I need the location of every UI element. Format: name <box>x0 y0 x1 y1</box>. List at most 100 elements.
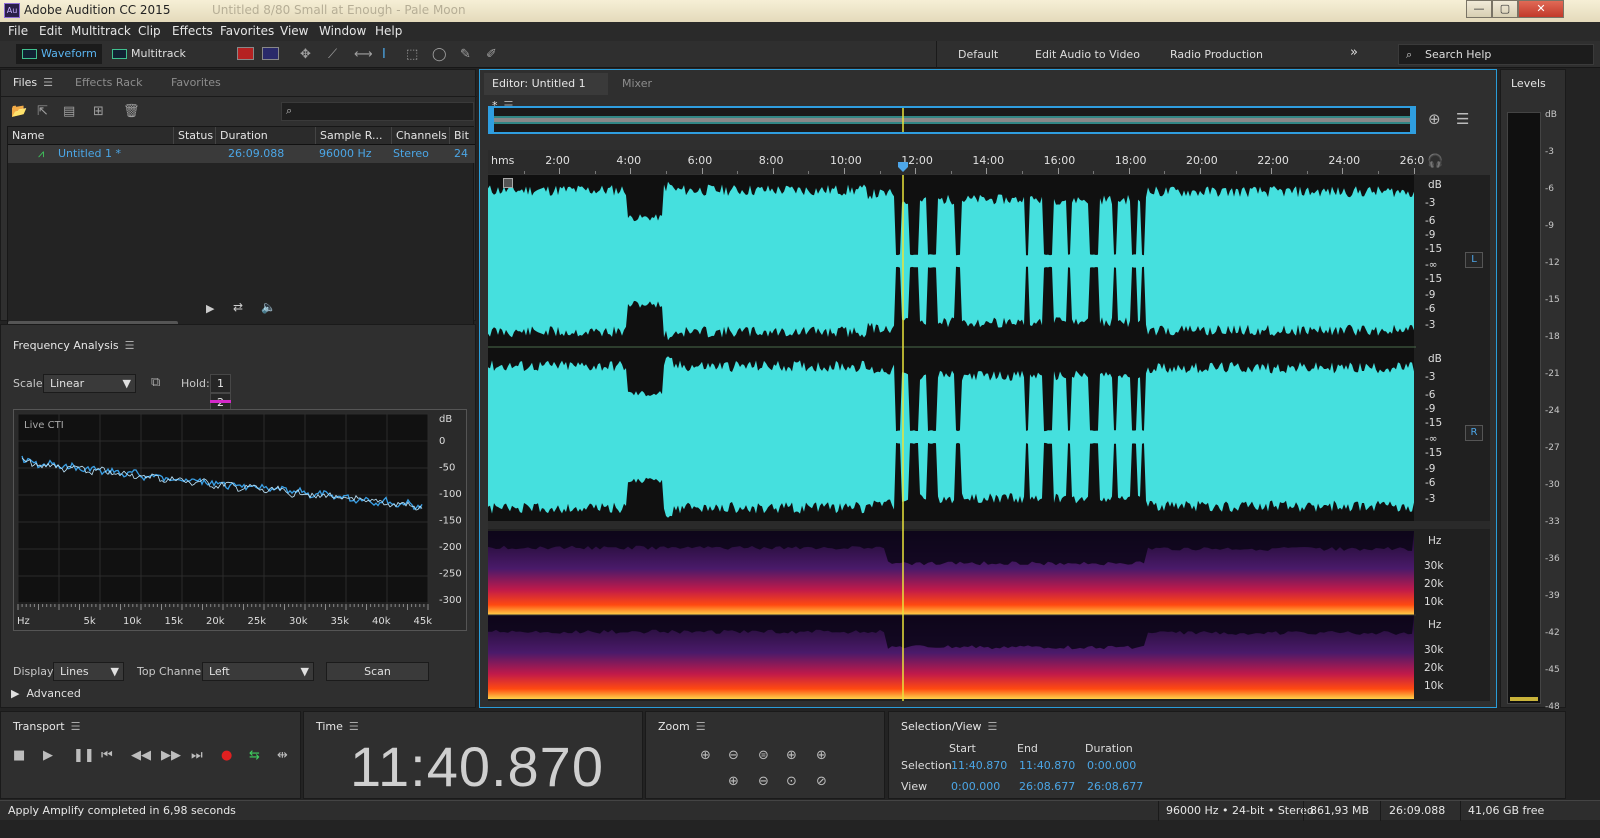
workspace-radio-production[interactable]: Radio Production <box>1170 48 1263 61</box>
view-end[interactable]: 26:08.677 <box>1019 780 1075 793</box>
autoplay-icon[interactable]: 🔈 <box>261 300 276 314</box>
maximize-button[interactable]: ▢ <box>1492 0 1518 18</box>
skip-selection-icon[interactable]: ⇹ <box>277 748 288 763</box>
tab-editor[interactable]: Editor: Untitled 1 *☰ <box>484 73 608 112</box>
panel-menu-icon[interactable]: ☰ <box>988 720 998 733</box>
playhead-handle[interactable] <box>898 162 908 172</box>
zoom-out-time-icon[interactable]: ⊖ <box>758 774 769 789</box>
play-preview-icon[interactable]: ▶ <box>206 302 214 315</box>
top-channel-select[interactable]: Left ▼ <box>202 662 314 681</box>
table-row[interactable]: ⩘ Untitled 1 * 26:09.088 96000 Hz Stereo… <box>8 145 475 163</box>
tab-mixer[interactable]: Mixer <box>610 71 680 97</box>
menu-favorites[interactable]: Favorites <box>220 24 274 38</box>
spot-healing-tool-icon[interactable]: ✐ <box>486 47 497 62</box>
import-file-icon[interactable]: ⇱ <box>37 104 48 119</box>
tab-favorites[interactable]: Favorites <box>159 70 239 96</box>
channel-left-toggle[interactable]: L <box>1465 252 1483 268</box>
overview-handle-left[interactable] <box>490 108 494 132</box>
col-status[interactable]: Status <box>174 127 216 144</box>
zoom-out-amplitude-icon[interactable]: ⊖ <box>728 748 739 763</box>
overview-navigator[interactable] <box>488 106 1416 134</box>
zoom-to-selection-icon[interactable]: ⊕ <box>1428 110 1441 128</box>
menu-file[interactable]: File <box>8 24 28 38</box>
zoom-in-at-out-point-icon[interactable]: ⊕ <box>816 748 827 763</box>
col-bit-depth[interactable]: Bit D <box>450 127 475 159</box>
search-help-input[interactable]: ⌕ Search Help <box>1398 44 1594 65</box>
menu-clip[interactable]: Clip <box>138 24 161 38</box>
overview-handle-right[interactable] <box>1410 108 1414 132</box>
spectral-pitch-display-icon[interactable] <box>262 47 279 60</box>
lasso-tool-icon[interactable]: ◯ <box>432 47 447 62</box>
menu-view[interactable]: View <box>280 24 308 38</box>
col-sample-rate[interactable]: Sample R... ▲ <box>316 127 392 159</box>
menu-edit[interactable]: Edit <box>39 24 62 38</box>
selection-duration[interactable]: 0:00.000 <box>1087 759 1136 772</box>
tab-files[interactable]: Files ☰ <box>1 70 63 96</box>
scale-select[interactable]: Linear ▼ <box>43 374 136 393</box>
marquee-tool-icon[interactable]: ⬚ <box>406 47 418 62</box>
menu-effects[interactable]: Effects <box>172 24 213 38</box>
stop-icon[interactable]: ■ <box>13 748 25 763</box>
loop-preview-icon[interactable]: ⇄ <box>233 300 243 314</box>
delete-file-icon[interactable]: 🗑 <box>123 104 140 119</box>
editor-display[interactable]: dB -3 -6 -9 -15 -∞ -15 -9 -6 -3 dB -3 -6 -9 -15 -∞ -15 -… <box>488 175 1490 701</box>
channel-right-toggle[interactable]: R <box>1465 425 1483 441</box>
advanced-toggle[interactable]: ▶ Advanced <box>11 687 81 700</box>
new-file-icon[interactable]: ▤ <box>63 104 75 119</box>
current-time-display[interactable]: 11:40.870 <box>350 734 604 799</box>
skip-to-start-icon[interactable]: ⏮ <box>101 748 113 763</box>
hold-button-1[interactable]: 1 <box>210 374 231 403</box>
zoom-to-selection-icon[interactable]: ⊙ <box>786 774 797 789</box>
play-icon[interactable]: ▶ <box>43 748 53 763</box>
menu-help[interactable]: Help <box>375 24 402 38</box>
multitrack-mode-button[interactable]: Multitrack <box>106 44 192 64</box>
rewind-icon[interactable]: ◀◀ <box>131 748 151 763</box>
waveform-display[interactable] <box>488 175 1490 701</box>
panel-menu-icon[interactable]: ☰ <box>696 720 706 733</box>
insert-into-multitrack-icon[interactable]: ⊞ <box>93 104 104 119</box>
zoom-in-amplitude-icon[interactable]: ⊕ <box>700 748 711 763</box>
razor-tool-icon[interactable]: ⟋ <box>328 47 337 62</box>
col-channels[interactable]: Channels <box>392 127 450 144</box>
time-selection-tool-icon[interactable]: I <box>382 47 386 62</box>
tab-effects-rack[interactable]: Effects Rack <box>63 70 159 96</box>
view-duration[interactable]: 26:08.677 <box>1087 780 1143 793</box>
selection-end[interactable]: 11:40.870 <box>1019 759 1075 772</box>
waveform-mode-button[interactable]: Waveform <box>16 44 102 64</box>
hud-toggle-icon[interactable] <box>503 178 513 188</box>
minimize-button[interactable]: — <box>1466 0 1492 18</box>
menu-window[interactable]: Window <box>319 24 366 38</box>
skip-to-end-icon[interactable]: ⏭ <box>191 748 203 763</box>
selection-start[interactable]: 11:40.870 <box>951 759 1007 772</box>
close-button[interactable]: ✕ <box>1518 0 1564 18</box>
col-name[interactable]: Name <box>8 127 174 144</box>
workspace-default[interactable]: Default <box>958 48 998 61</box>
clear-holds-icon[interactable]: ⧉ <box>151 375 160 390</box>
zoom-out-full-icon[interactable]: ⊜ <box>758 748 769 763</box>
fast-forward-icon[interactable]: ▶▶ <box>161 748 181 763</box>
panel-menu-icon[interactable]: ☰ <box>125 339 135 352</box>
open-file-icon[interactable]: 📂 <box>11 104 27 119</box>
scan-button[interactable]: Scan <box>326 662 429 681</box>
record-icon[interactable]: ● <box>221 748 232 763</box>
menu-multitrack[interactable]: Multitrack <box>71 24 131 38</box>
panel-menu-icon[interactable]: ☰ <box>43 76 53 89</box>
workspace-edit-audio-to-video[interactable]: Edit Audio to Video <box>1035 48 1140 61</box>
display-splitter[interactable] <box>488 521 1490 529</box>
zoom-in-at-in-point-icon[interactable]: ⊕ <box>786 748 797 763</box>
slip-tool-icon[interactable]: ⟷ <box>354 47 373 62</box>
headphones-icon[interactable]: 🎧 <box>1427 154 1443 169</box>
move-tool-icon[interactable]: ✥ <box>300 47 311 62</box>
pause-icon[interactable]: ❚❚ <box>73 748 95 763</box>
display-select[interactable]: Lines ▼ <box>53 662 124 681</box>
zoom-in-time-icon[interactable]: ⊕ <box>728 774 739 789</box>
loop-playback-icon[interactable]: ⇆ <box>249 748 260 763</box>
view-start[interactable]: 0:00.000 <box>951 780 1000 793</box>
files-search-input[interactable]: ⌕ <box>281 102 474 121</box>
spectral-frequency-display-icon[interactable] <box>237 47 254 60</box>
time-ruler[interactable]: hms 2:00 4:00 6:00 8:00 10:00 12:00 14:00 16:00… <box>488 150 1424 174</box>
zoom-selected-tracks-icon[interactable]: ⊘ <box>816 774 827 789</box>
overview-menu-icon[interactable]: ☰ <box>1456 110 1469 128</box>
panel-menu-icon[interactable]: ☰ <box>349 720 359 733</box>
col-duration[interactable]: Duration <box>216 127 316 144</box>
